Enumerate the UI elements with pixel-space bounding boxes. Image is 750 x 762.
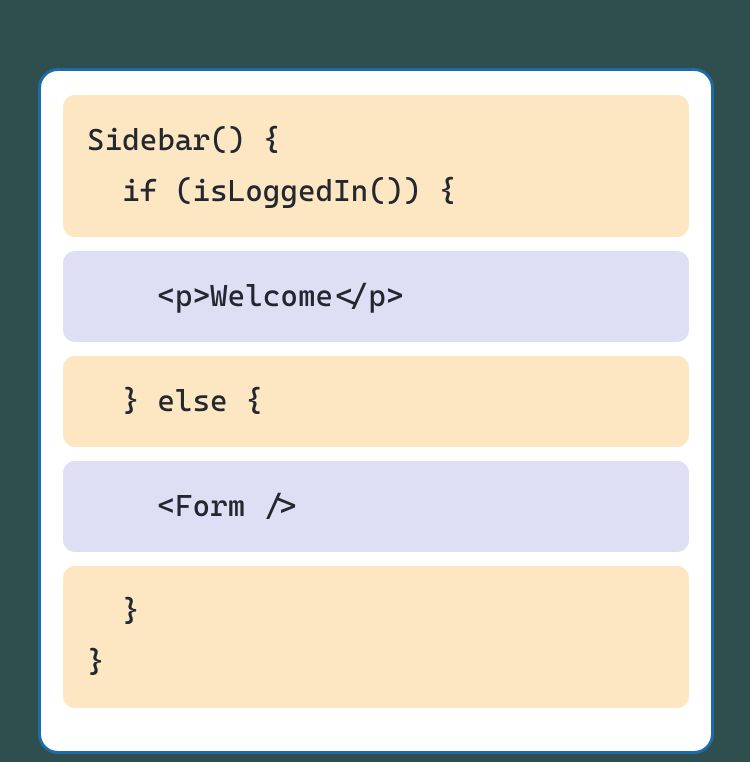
code-block-jsx: <Form /> (63, 461, 689, 552)
code-block-js: } } (63, 566, 689, 708)
code-block-jsx: <p>Welcome</p> (63, 251, 689, 342)
code-block-js: } else { (63, 356, 689, 447)
code-block-js: Sidebar() { if (isLoggedIn()) { (63, 95, 689, 237)
code-card: Sidebar() { if (isLoggedIn()) { <p>Welco… (38, 68, 714, 754)
